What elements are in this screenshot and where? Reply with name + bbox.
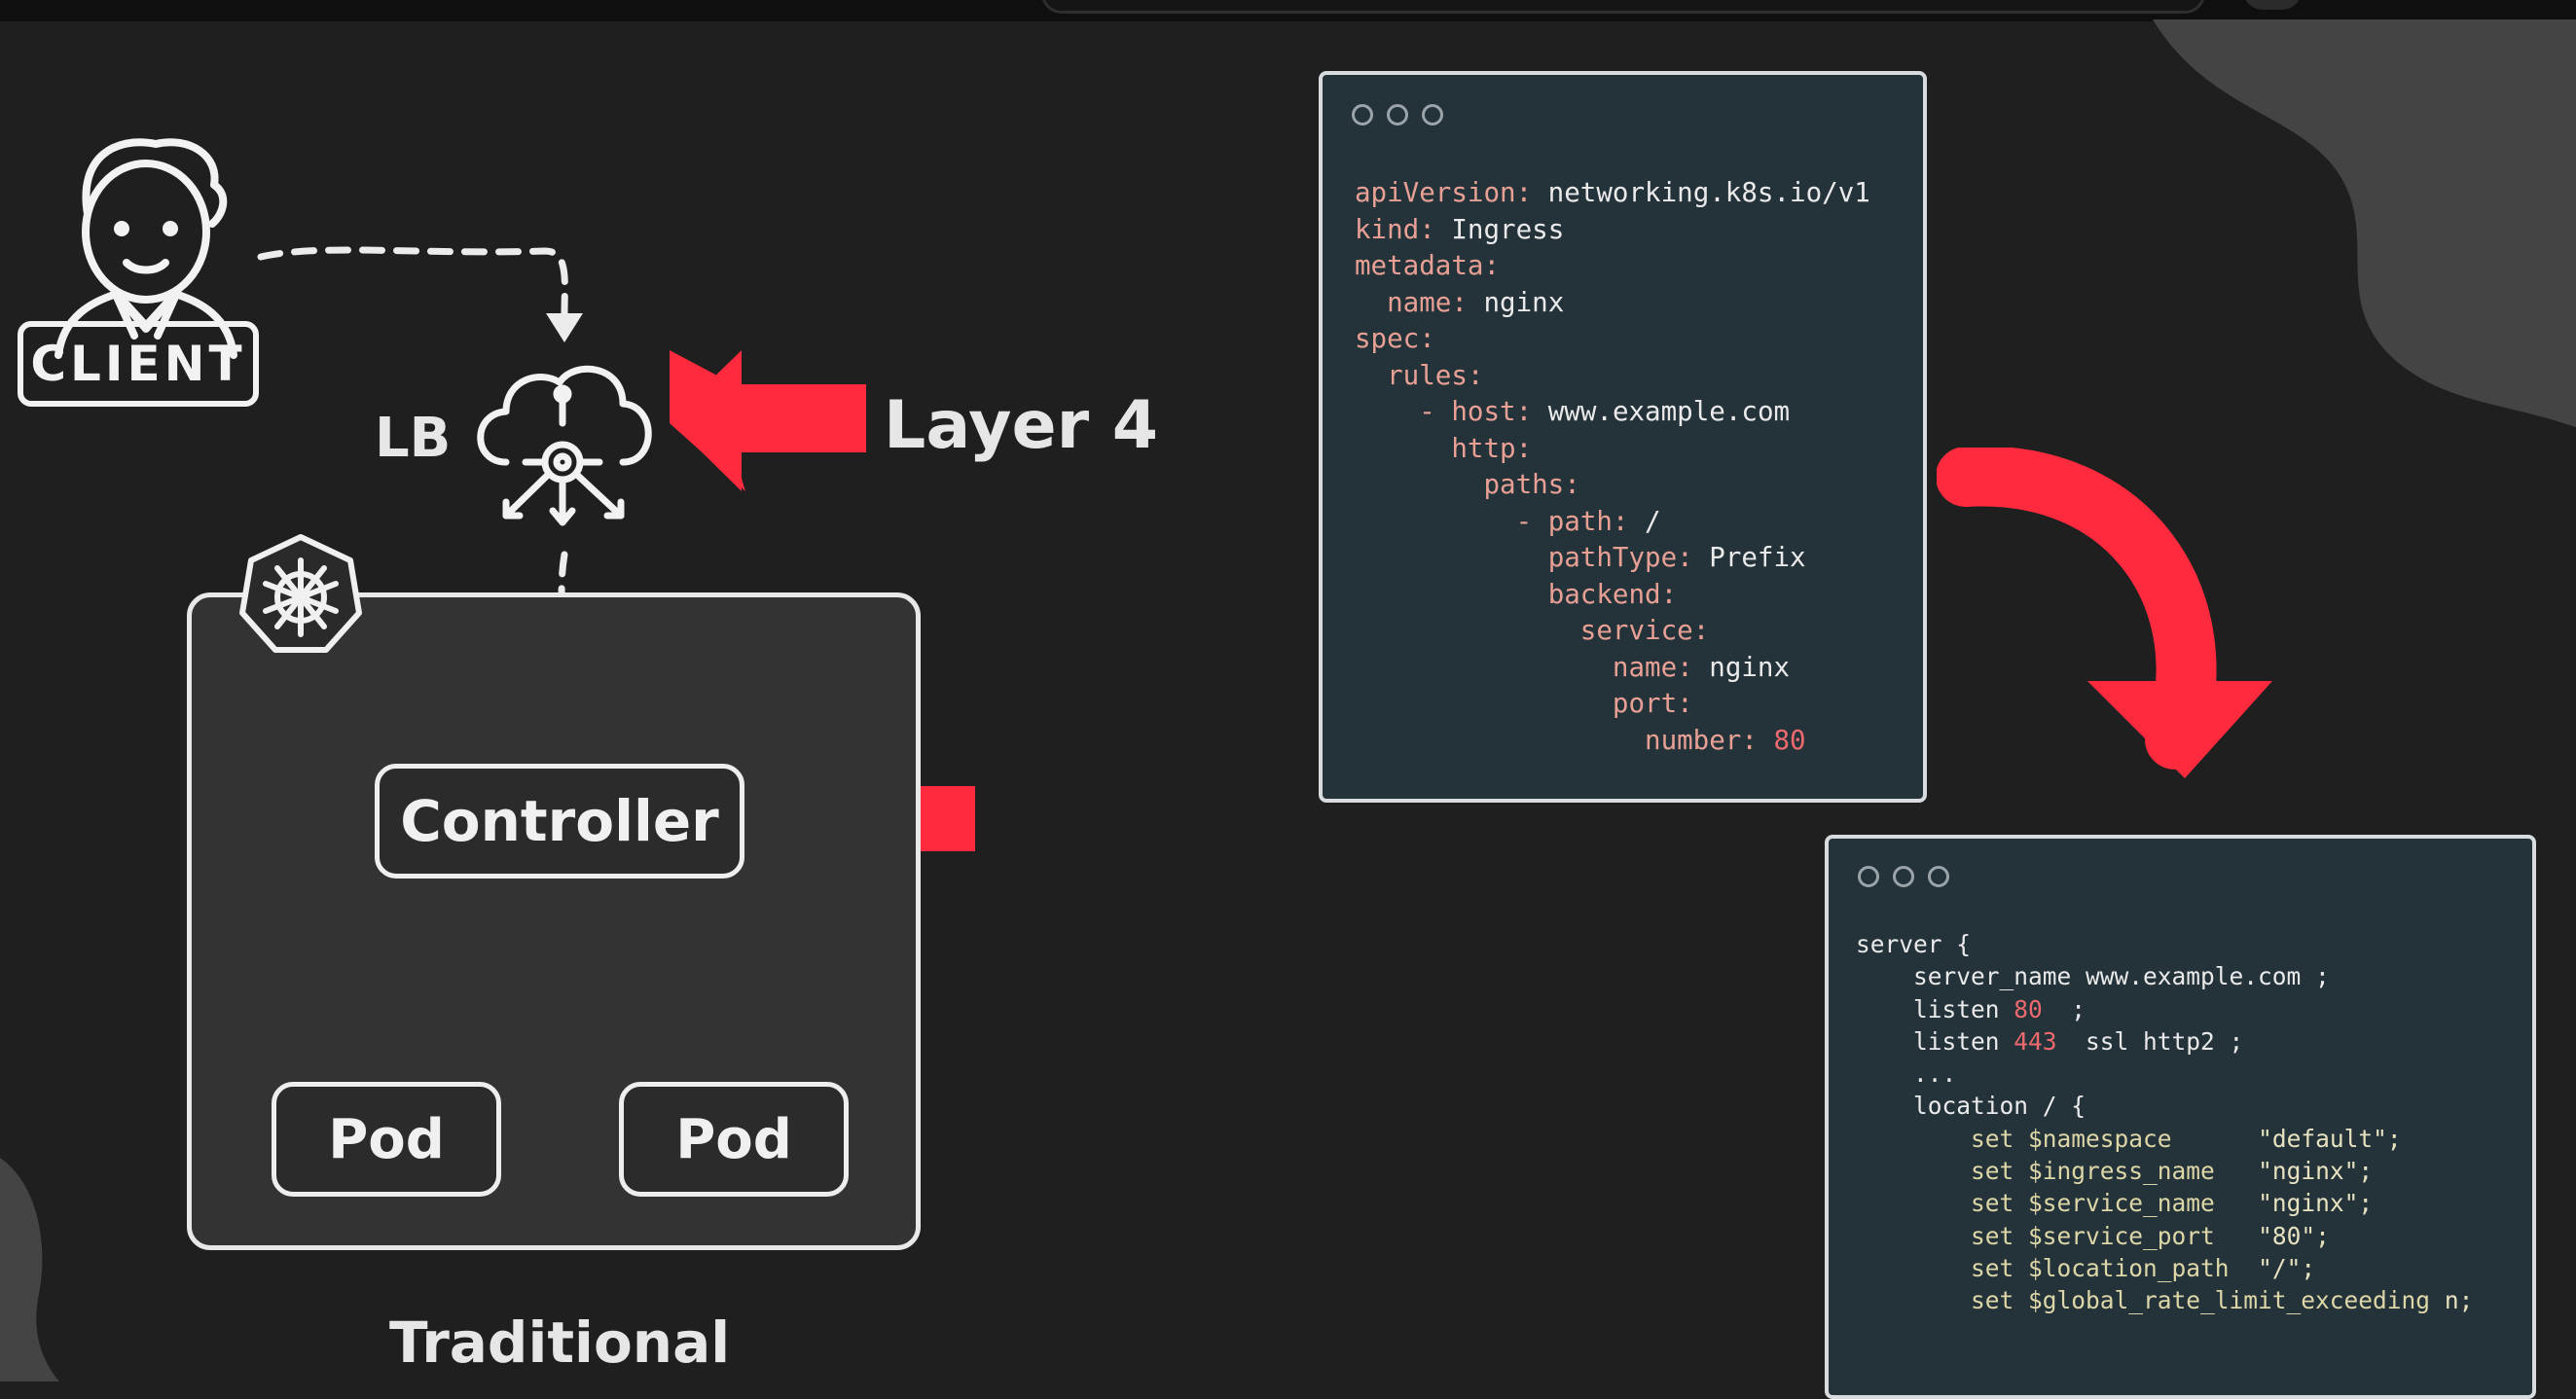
yaml-line: port: (1612, 688, 1693, 719)
lb-label: LB (375, 407, 452, 470)
layer-4-label: Layer 4 (884, 387, 1159, 464)
nginx-line: set $namespace "default"; (1971, 1124, 2402, 1153)
nginx-line: listen 80 ; (1856, 994, 2086, 1023)
kubernetes-helm-icon (239, 534, 362, 653)
yaml-line: pathType: Prefix (1547, 542, 1806, 573)
yaml-line: name: nginx (1612, 651, 1791, 683)
nginx-line: server_name www.example.com ; (1856, 962, 2330, 991)
nginx-conf-code: server { server_name www.example.com ; l… (1856, 928, 2473, 1317)
yaml-line: apiVersion: networking.k8s.io/v1 (1355, 177, 1870, 208)
pod-label-2: Pod (675, 1107, 792, 1171)
ingress-yaml-code: apiVersion: networking.k8s.io/v1 kind: In… (1355, 175, 1870, 759)
client-badge: CLIENT (18, 321, 259, 407)
caption-traditional: Traditional (389, 1309, 731, 1376)
yaml-line: - host: www.example.com (1419, 396, 1791, 427)
nginx-line: location / { (1856, 1092, 2086, 1121)
yaml-line: name: nginx (1387, 286, 1565, 318)
nginx-conf-window: server { server_name www.example.com ; l… (1825, 835, 2536, 1399)
nginx-line: set $location_path "/"; (1971, 1253, 2316, 1282)
decorative-blob-top-right (2153, 19, 2576, 428)
arrowhead-lb (546, 313, 583, 342)
ingress-yaml-window: apiVersion: networking.k8s.io/v1 kind: In… (1319, 71, 1927, 803)
nginx-line: set $ingress_name "nginx"; (1971, 1157, 2374, 1186)
window-dots-icon (1352, 104, 1443, 126)
pod-node-1: Pod (272, 1082, 501, 1197)
window-dot-icon (1387, 104, 1408, 126)
yaml-line: http: (1451, 432, 1533, 464)
cloud-load-balancer-icon (477, 365, 652, 526)
pod-label-1: Pod (328, 1107, 445, 1171)
window-dot-icon (1858, 866, 1879, 887)
controller-node: Controller (375, 764, 744, 879)
yaml-line: backend: (1547, 578, 1678, 610)
avatar[interactable] (2243, 0, 2302, 10)
pod-node-2: Pod (619, 1082, 849, 1197)
nginx-line: server { (1856, 930, 1972, 958)
window-dot-icon (1893, 866, 1914, 887)
yaml-line: - path: / (1515, 505, 1661, 537)
window-dot-icon (1928, 866, 1949, 887)
yaml-line: number: 80 (1645, 724, 1806, 756)
yaml-line: rules: (1387, 359, 1484, 391)
window-dots-icon (1858, 866, 1949, 887)
yaml-line: spec: (1355, 323, 1435, 354)
yaml-line: service: (1579, 615, 1710, 646)
window-dot-icon (1352, 104, 1373, 126)
nginx-line: set $service_name "nginx"; (1971, 1189, 2374, 1218)
client-label: CLIENT (30, 336, 246, 392)
nginx-line: ... (1856, 1059, 1957, 1089)
window-dot-icon (1422, 104, 1443, 126)
curved-red-arrow (1937, 448, 2272, 778)
yaml-line: paths: (1483, 469, 1580, 500)
client-to-lb-connector (257, 246, 568, 317)
yaml-line: kind: Ingress (1355, 213, 1565, 245)
controller-label: Controller (400, 788, 719, 854)
nginx-line: listen 443 ssl http2 ; (1856, 1026, 2244, 1056)
yaml-line: metadata: (1355, 250, 1501, 281)
nginx-line: set $service_port "80"; (1971, 1221, 2330, 1250)
nginx-line: set $global_rate_limit_exceeding n; (1971, 1286, 2474, 1315)
